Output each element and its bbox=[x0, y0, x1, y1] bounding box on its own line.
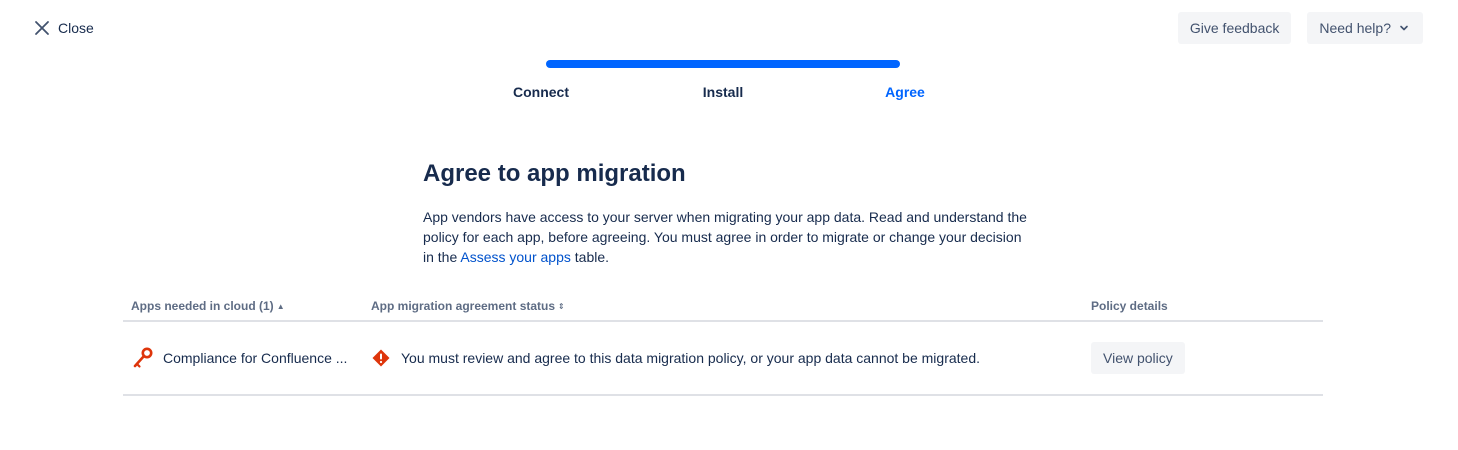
close-icon bbox=[35, 21, 49, 35]
view-policy-button[interactable]: View policy bbox=[1091, 342, 1185, 374]
step-agree: Agree bbox=[885, 84, 925, 100]
page-description: App vendors have access to your server w… bbox=[423, 207, 1033, 267]
header-apps-label: Apps needed in cloud (1) bbox=[131, 299, 274, 313]
header-status-label: App migration agreement status bbox=[371, 299, 556, 313]
status-text: You must review and agree to this data m… bbox=[401, 350, 981, 366]
close-button[interactable]: Close bbox=[34, 18, 94, 38]
page-title: Agree to app migration bbox=[423, 160, 686, 187]
assess-your-apps-link[interactable]: Assess your apps bbox=[460, 249, 571, 265]
key-icon bbox=[133, 347, 153, 368]
status-cell: You must review and agree to this data m… bbox=[363, 348, 1083, 368]
need-help-button[interactable]: Need help? bbox=[1307, 12, 1423, 44]
step-install: Install bbox=[702, 84, 744, 100]
warning-diamond-icon bbox=[372, 349, 390, 367]
header-policy-details: Policy details bbox=[1083, 299, 1323, 313]
give-feedback-button[interactable]: Give feedback bbox=[1177, 12, 1292, 44]
sort-icon: ⇕ bbox=[558, 301, 565, 311]
header-agreement-status[interactable]: App migration agreement status ⇕ bbox=[363, 299, 1083, 313]
apps-table: Apps needed in cloud (1) ▲ App migration… bbox=[123, 292, 1323, 396]
need-help-label: Need help? bbox=[1319, 20, 1391, 36]
step-connect: Connect bbox=[513, 84, 569, 100]
table-header: Apps needed in cloud (1) ▲ App migration… bbox=[123, 292, 1323, 322]
header-apps-needed[interactable]: Apps needed in cloud (1) ▲ bbox=[123, 299, 363, 313]
progress-steps: Connect Install Agree bbox=[450, 84, 996, 100]
app-name: Compliance for Confluence ... bbox=[163, 350, 348, 366]
top-actions: Give feedback Need help? bbox=[1177, 12, 1423, 44]
header-policy-label: Policy details bbox=[1091, 299, 1168, 313]
table-row: Compliance for Confluence ... You must r… bbox=[123, 322, 1323, 396]
progress-bar bbox=[546, 60, 900, 68]
close-label: Close bbox=[58, 20, 94, 36]
app-cell: Compliance for Confluence ... bbox=[123, 346, 363, 370]
main-content: Agree to app migration App vendors have … bbox=[423, 160, 1033, 267]
policy-cell: View policy bbox=[1083, 342, 1323, 374]
description-text-end: table. bbox=[570, 249, 610, 265]
sort-ascending-icon: ▲ bbox=[276, 301, 285, 311]
chevron-down-icon bbox=[1400, 25, 1408, 31]
